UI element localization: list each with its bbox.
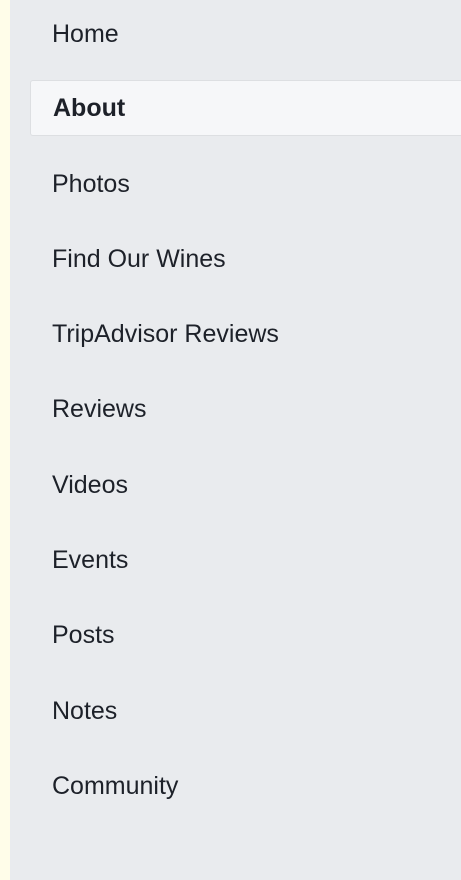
nav-item-label: Community bbox=[52, 771, 179, 800]
nav-item-notes[interactable]: Notes bbox=[30, 683, 461, 739]
nav-item-reviews[interactable]: Reviews bbox=[30, 381, 461, 437]
nav-item-photos[interactable]: Photos bbox=[30, 156, 461, 212]
nav-item-label: Reviews bbox=[52, 394, 147, 423]
nav-item-label: Notes bbox=[52, 696, 118, 725]
nav-item-label: Photos bbox=[52, 169, 130, 198]
nav-item-videos[interactable]: Videos bbox=[30, 457, 461, 513]
nav-item-label: Events bbox=[52, 545, 129, 574]
nav-item-label: Find Our Wines bbox=[52, 244, 226, 273]
nav-item-find-our-wines[interactable]: Find Our Wines bbox=[30, 231, 461, 287]
nav-item-label: Posts bbox=[52, 620, 115, 649]
nav-item-posts[interactable]: Posts bbox=[30, 607, 461, 663]
nav-item-home[interactable]: Home bbox=[30, 6, 461, 62]
nav-item-tripadvisor-reviews[interactable]: TripAdvisor Reviews bbox=[30, 306, 461, 362]
nav-item-label: Videos bbox=[52, 470, 128, 499]
nav-item-community[interactable]: Community bbox=[30, 758, 461, 814]
nav-item-label: About bbox=[53, 93, 126, 122]
nav-item-label: Home bbox=[52, 19, 119, 48]
nav-item-label: TripAdvisor Reviews bbox=[52, 319, 279, 348]
nav-item-about[interactable]: About bbox=[30, 80, 461, 136]
nav-item-events[interactable]: Events bbox=[30, 532, 461, 588]
page-navigation-sidebar: Home About Photos Find Our Wines TripAdv… bbox=[10, 0, 461, 880]
